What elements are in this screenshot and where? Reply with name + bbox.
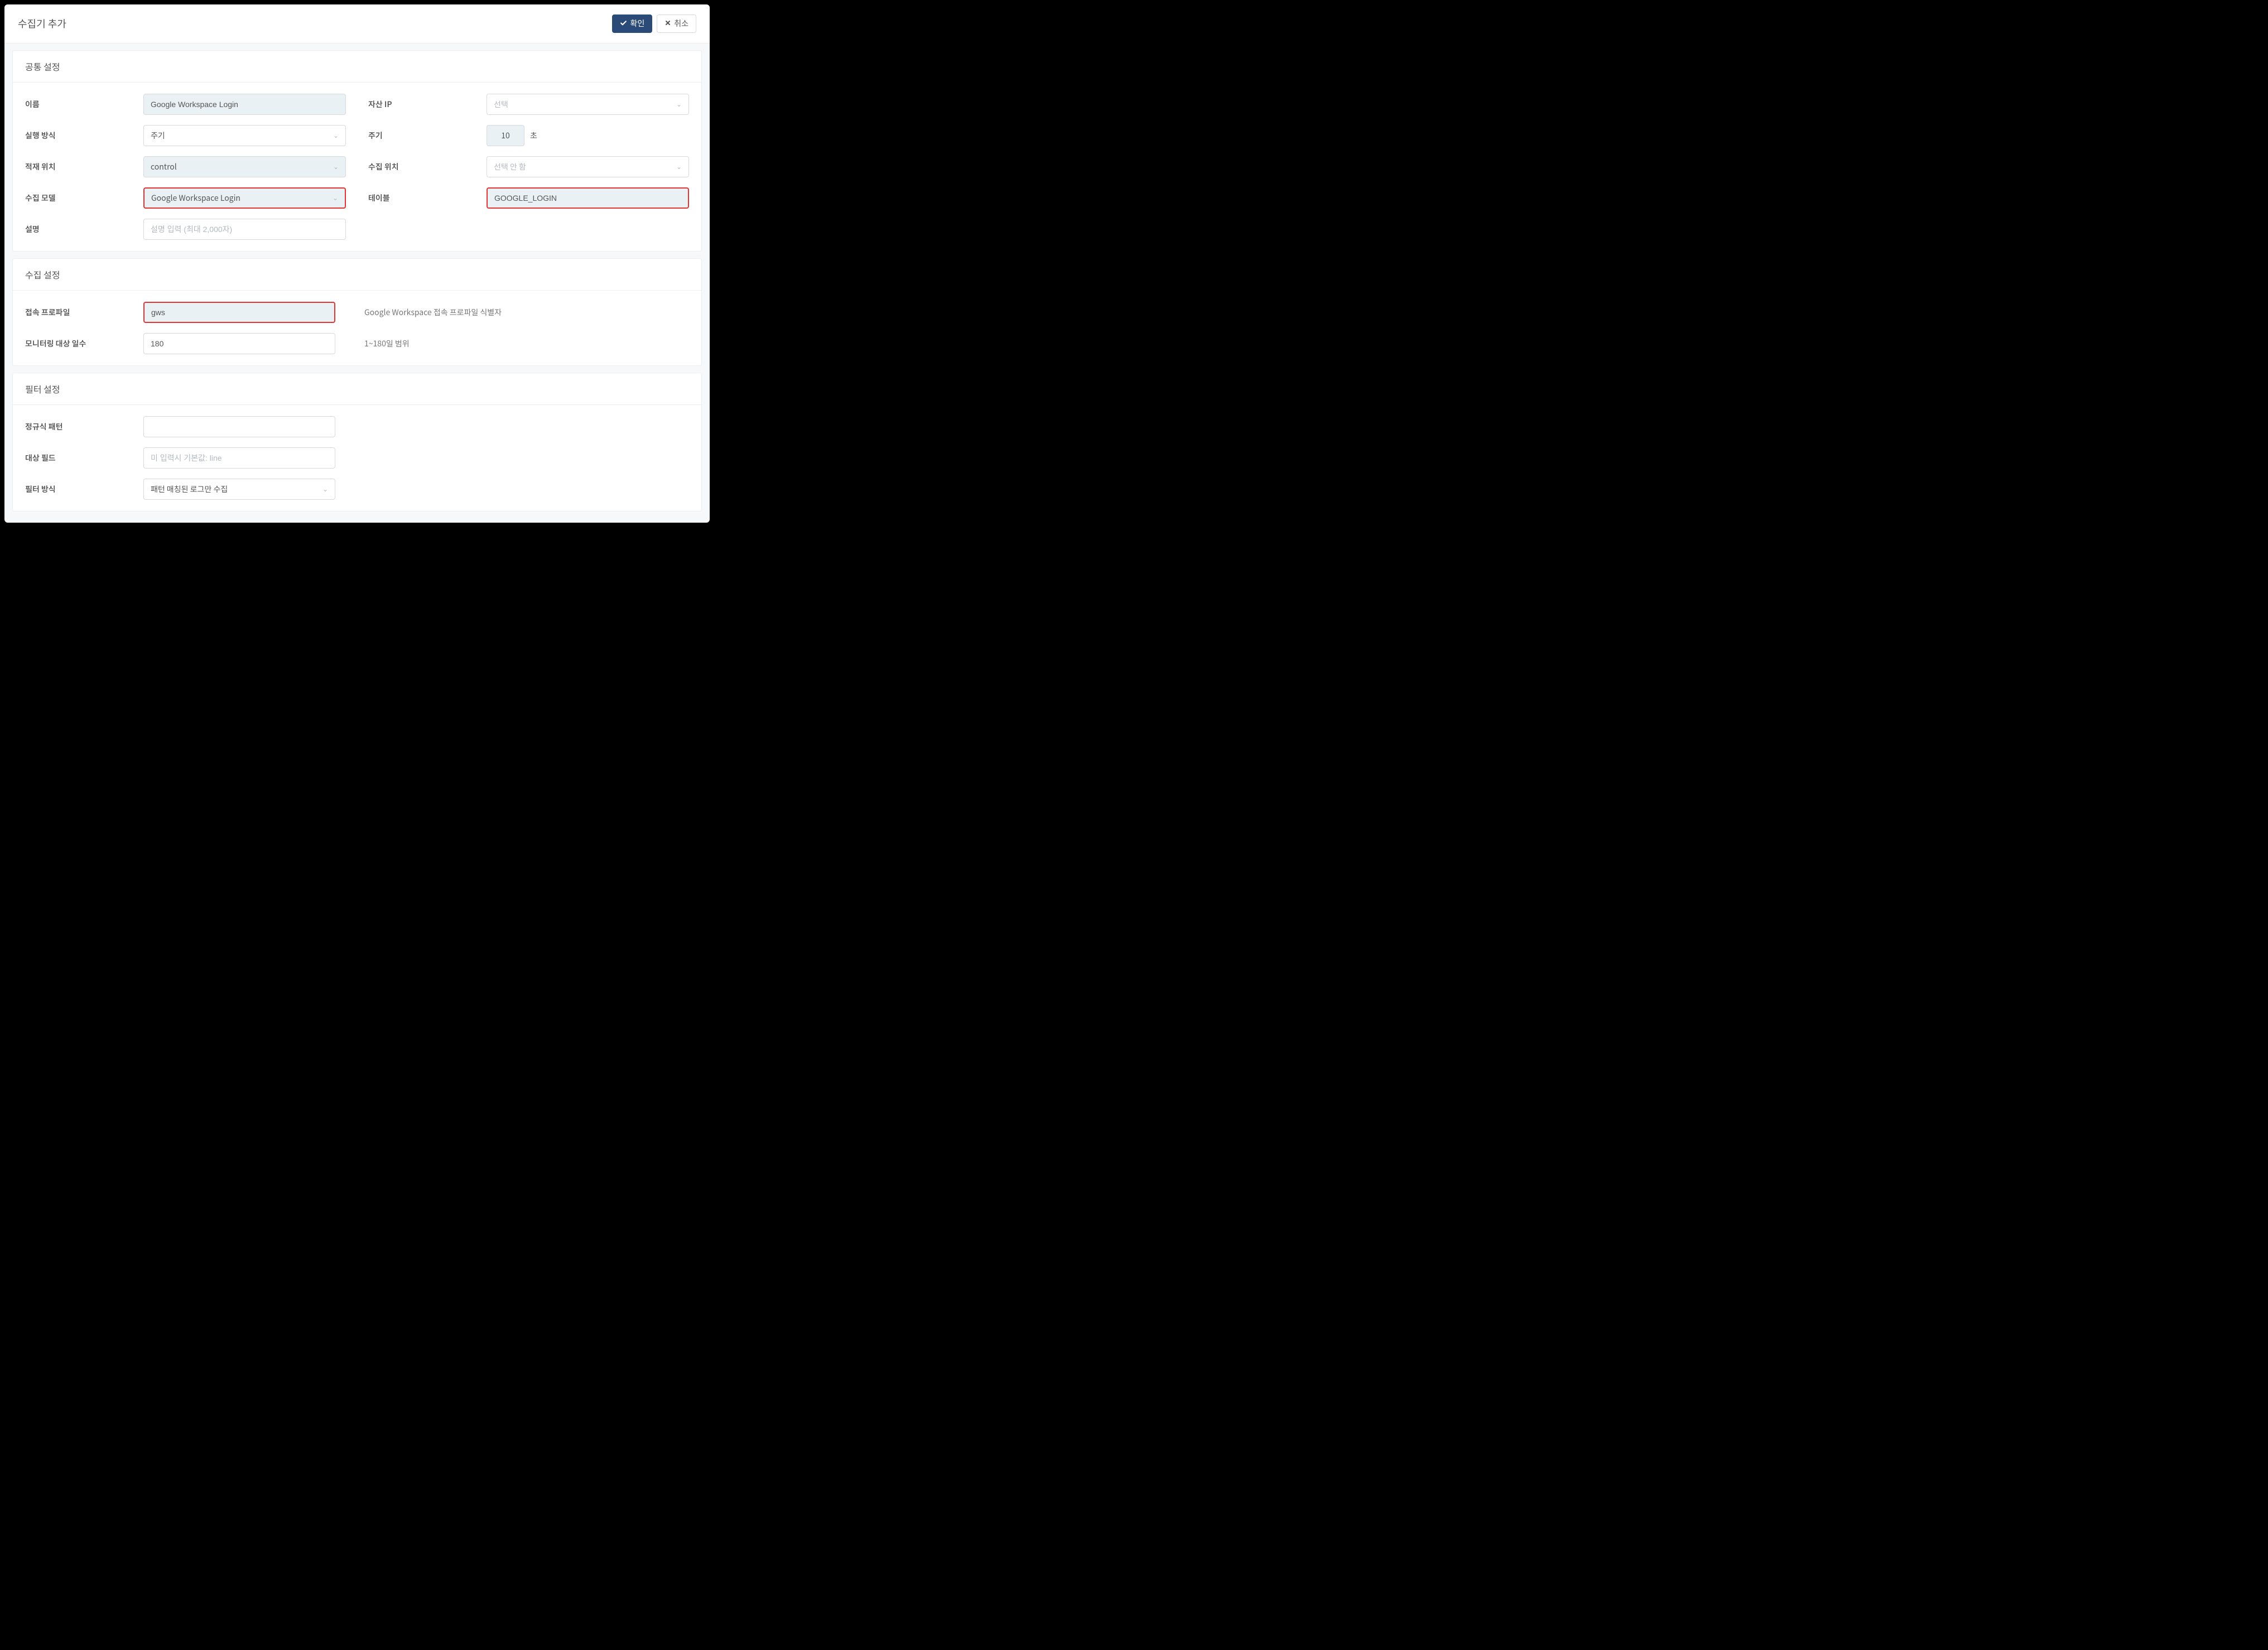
period-value: 10 bbox=[501, 130, 510, 141]
filter-settings-panel: 필터 설정 정규식 패턴 대상 필드 필터 방식 패턴 매칭된 로그만 수집 ⌄ bbox=[12, 373, 702, 512]
desc-input[interactable] bbox=[143, 219, 346, 240]
profile-input[interactable] bbox=[143, 302, 335, 323]
common-settings-grid: 이름 자산 IP 선택 ⌄ 실행 방식 주기 ⌄ bbox=[25, 94, 689, 240]
target-field[interactable] bbox=[151, 448, 328, 468]
desc-field[interactable] bbox=[151, 219, 339, 239]
collect-loc-label: 수집 위치 bbox=[368, 161, 480, 172]
collect-loc-select[interactable]: 선택 안 함 ⌄ bbox=[487, 156, 689, 177]
add-collector-dialog: 수집기 추가 확인 취소 공통 설정 이름 bbox=[4, 4, 710, 523]
name-label: 이름 bbox=[25, 99, 137, 110]
period-input[interactable]: 10 bbox=[487, 125, 524, 146]
model-label: 수집 모델 bbox=[25, 192, 137, 204]
target-label: 대상 필드 bbox=[25, 452, 137, 464]
chevron-down-icon: ⌄ bbox=[676, 162, 682, 171]
target-row: 대상 필드 bbox=[25, 447, 689, 469]
model-select[interactable]: Google Workspace Login ⌄ bbox=[143, 187, 346, 209]
days-helper: 1~180일 범위 bbox=[342, 338, 689, 349]
desc-row: 설명 bbox=[25, 219, 346, 240]
desc-label: 설명 bbox=[25, 224, 137, 235]
filter-mode-row: 필터 방식 패턴 매칭된 로그만 수집 ⌄ bbox=[25, 479, 689, 500]
load-loc-label: 적재 위치 bbox=[25, 161, 137, 172]
filter-mode-value: 패턴 매칭된 로그만 수집 bbox=[151, 484, 228, 495]
name-row: 이름 bbox=[25, 94, 346, 115]
load-loc-value: control bbox=[151, 161, 177, 172]
confirm-label: 확인 bbox=[630, 19, 644, 28]
asset-ip-placeholder: 선택 bbox=[494, 99, 508, 110]
model-row: 수집 모델 Google Workspace Login ⌄ bbox=[25, 187, 346, 209]
collect-loc-row: 수집 위치 선택 안 함 ⌄ bbox=[368, 156, 689, 177]
cancel-button[interactable]: 취소 bbox=[657, 15, 696, 33]
regex-input[interactable] bbox=[143, 416, 335, 437]
run-mode-label: 실행 방식 bbox=[25, 130, 137, 141]
filter-settings-title: 필터 설정 bbox=[13, 373, 701, 405]
collect-loc-placeholder: 선택 안 함 bbox=[494, 161, 526, 172]
chevron-down-icon: ⌄ bbox=[676, 99, 682, 109]
days-input[interactable] bbox=[143, 333, 335, 354]
asset-ip-row: 자산 IP 선택 ⌄ bbox=[368, 94, 689, 115]
profile-value[interactable] bbox=[151, 303, 328, 322]
chevron-down-icon: ⌄ bbox=[333, 193, 338, 202]
period-label: 주기 bbox=[368, 130, 480, 141]
dialog-title: 수집기 추가 bbox=[18, 16, 66, 31]
name-input[interactable] bbox=[143, 94, 346, 115]
profile-helper: Google Workspace 접속 프로파일 식별자 bbox=[342, 307, 689, 318]
chevron-down-icon: ⌄ bbox=[333, 131, 339, 140]
load-loc-select[interactable]: control ⌄ bbox=[143, 156, 346, 177]
run-mode-row: 실행 방식 주기 ⌄ bbox=[25, 125, 346, 146]
asset-ip-label: 자산 IP bbox=[368, 99, 480, 110]
common-settings-panel: 공통 설정 이름 자산 IP 선택 ⌄ 실행 방식 bbox=[12, 50, 702, 252]
collect-settings-title: 수집 설정 bbox=[13, 259, 701, 291]
filter-mode-select[interactable]: 패턴 매칭된 로그만 수집 ⌄ bbox=[143, 479, 335, 500]
table-row: 테이블 bbox=[368, 187, 689, 209]
period-unit: 초 bbox=[530, 130, 537, 141]
days-row: 모니터링 대상 일수 1~180일 범위 bbox=[25, 333, 689, 354]
dialog-actions: 확인 취소 bbox=[612, 15, 696, 33]
collect-settings-panel: 수집 설정 접속 프로파일 Google Workspace 접속 프로파일 식… bbox=[12, 258, 702, 366]
cancel-label: 취소 bbox=[674, 19, 688, 28]
profile-row: 접속 프로파일 Google Workspace 접속 프로파일 식별자 bbox=[25, 302, 689, 323]
run-mode-select[interactable]: 주기 ⌄ bbox=[143, 125, 346, 146]
dialog-header: 수집기 추가 확인 취소 bbox=[4, 4, 710, 44]
table-value[interactable] bbox=[494, 189, 681, 208]
target-input[interactable] bbox=[143, 447, 335, 469]
chevron-down-icon: ⌄ bbox=[322, 484, 328, 494]
confirm-button[interactable]: 확인 bbox=[612, 15, 652, 33]
check-icon bbox=[620, 20, 627, 28]
table-label: 테이블 bbox=[368, 192, 480, 204]
asset-ip-select[interactable]: 선택 ⌄ bbox=[487, 94, 689, 115]
days-value[interactable] bbox=[151, 334, 328, 354]
chevron-down-icon: ⌄ bbox=[333, 162, 339, 171]
close-icon bbox=[664, 20, 671, 27]
regex-field[interactable] bbox=[151, 417, 328, 437]
run-mode-value: 주기 bbox=[151, 130, 165, 141]
period-row: 주기 10 초 bbox=[368, 125, 689, 146]
regex-label: 정규식 패턴 bbox=[25, 421, 137, 432]
model-value: Google Workspace Login bbox=[151, 192, 240, 204]
days-label: 모니터링 대상 일수 bbox=[25, 338, 137, 349]
table-input[interactable] bbox=[487, 187, 689, 209]
regex-row: 정규식 패턴 bbox=[25, 416, 689, 437]
name-value[interactable] bbox=[151, 94, 339, 114]
common-settings-title: 공통 설정 bbox=[13, 51, 701, 83]
load-loc-row: 적재 위치 control ⌄ bbox=[25, 156, 346, 177]
filter-mode-label: 필터 방식 bbox=[25, 484, 137, 495]
profile-label: 접속 프로파일 bbox=[25, 307, 137, 318]
